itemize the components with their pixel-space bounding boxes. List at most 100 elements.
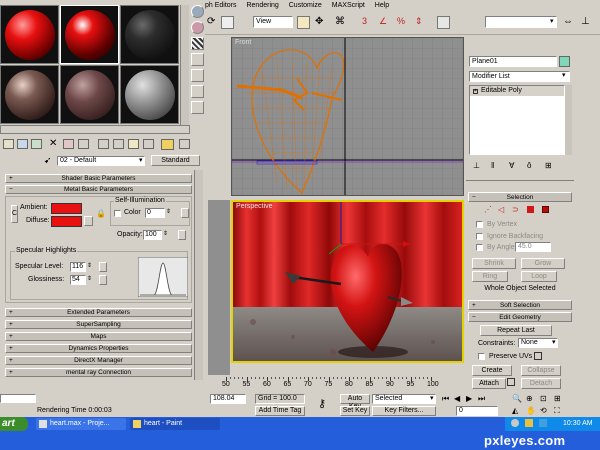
viewport-label-front[interactable]: Front bbox=[235, 39, 251, 46]
diffuse-map-button[interactable] bbox=[84, 216, 93, 226]
expand-icon[interactable]: + bbox=[473, 89, 478, 94]
object-name-field[interactable]: Plane01 bbox=[469, 56, 557, 67]
named-selection-icon[interactable] bbox=[437, 16, 450, 29]
opacity-map-button[interactable] bbox=[178, 230, 186, 240]
material-slot-4[interactable] bbox=[0, 65, 59, 124]
go-to-start-icon[interactable]: ⏮ bbox=[442, 394, 449, 404]
create-button[interactable]: Create bbox=[472, 365, 512, 376]
spinner-icon[interactable]: ⇕ bbox=[163, 230, 168, 237]
perspective-viewport[interactable]: Perspective bbox=[231, 200, 464, 363]
snaps-toggle-icon[interactable]: 3 bbox=[362, 16, 375, 29]
background-checker-icon[interactable] bbox=[191, 37, 204, 50]
scale-icon[interactable] bbox=[221, 16, 234, 29]
material-slot-2-active[interactable] bbox=[60, 5, 119, 64]
zoom-icon[interactable]: 🔍 bbox=[512, 394, 522, 403]
make-preview-icon[interactable] bbox=[191, 85, 204, 98]
angle-value-field[interactable]: 45.0 bbox=[515, 242, 551, 252]
sample-uv-tiling-icon[interactable] bbox=[191, 53, 204, 66]
menu-maxscript[interactable]: MAXScript bbox=[332, 2, 365, 9]
repeat-last-button[interactable]: Repeat Last bbox=[480, 325, 552, 336]
mirror-icon[interactable]: ⇔ bbox=[563, 16, 576, 29]
named-selection-sets-field[interactable] bbox=[485, 16, 557, 28]
spec-level-value[interactable]: 116 bbox=[70, 262, 86, 272]
select-manipulate-icon[interactable]: ✥ bbox=[315, 16, 328, 29]
video-color-check-icon[interactable] bbox=[191, 69, 204, 82]
taskbar-item-3dsmax[interactable]: heart.max - Proje... bbox=[36, 418, 126, 430]
menu-rendering[interactable]: Rendering bbox=[246, 2, 278, 9]
rotate-icon[interactable]: ⟳ bbox=[207, 16, 220, 29]
make-unique-icon[interactable]: ∀ bbox=[509, 161, 514, 170]
menu-customize[interactable]: Customize bbox=[289, 2, 322, 9]
show-map-icon[interactable] bbox=[128, 139, 139, 149]
vertex-icon[interactable]: ⋰ bbox=[484, 205, 492, 214]
rollout-shader-basic[interactable]: + Shader Basic Parameters bbox=[5, 174, 192, 183]
self-illum-map-button[interactable] bbox=[181, 208, 189, 218]
show-end-result-icon[interactable]: ‖ bbox=[491, 161, 494, 170]
tray-icon[interactable] bbox=[525, 419, 533, 427]
lock-icon[interactable]: 🔒 bbox=[96, 209, 106, 218]
get-material-icon[interactable] bbox=[3, 139, 14, 149]
pan-icon[interactable]: ✋ bbox=[526, 406, 536, 415]
arc-rotate-icon[interactable]: ⟲ bbox=[540, 406, 547, 415]
chevron-down-icon[interactable]: ▾ bbox=[139, 156, 143, 164]
material-effects-channel-icon[interactable] bbox=[113, 139, 124, 149]
menu-graph-editors[interactable]: ph Editors bbox=[205, 2, 237, 9]
pick-material-icon[interactable]: ➹ bbox=[44, 155, 52, 166]
next-frame-icon[interactable]: ⏭ bbox=[478, 394, 485, 404]
self-illum-value[interactable]: 0 bbox=[145, 208, 165, 218]
assign-material-icon[interactable] bbox=[31, 139, 42, 149]
rollout-mental-ray[interactable]: + mental ray Connection bbox=[5, 368, 192, 377]
zoom-all-icon[interactable]: ⊕ bbox=[526, 394, 533, 403]
reset-icon[interactable]: ✕ bbox=[49, 138, 57, 149]
pin-stack-icon[interactable]: ⊥ bbox=[473, 161, 480, 170]
taskbar-item-paint[interactable]: heart - Paint bbox=[130, 418, 220, 430]
sample-type-icon[interactable] bbox=[191, 5, 204, 18]
tray-icon[interactable] bbox=[511, 419, 519, 427]
start-button[interactable]: art bbox=[0, 417, 28, 431]
preserve-uvs-checkbox[interactable] bbox=[478, 353, 485, 360]
go-to-parent-icon[interactable] bbox=[161, 139, 174, 150]
diffuse-color-swatch[interactable] bbox=[51, 216, 82, 227]
tray-icon[interactable] bbox=[539, 419, 547, 427]
slot-horizontal-scrollbar[interactable] bbox=[0, 125, 190, 134]
backlight-icon[interactable] bbox=[191, 21, 204, 34]
shrink-button[interactable]: Shrink bbox=[472, 258, 516, 269]
detach-button[interactable]: Detach bbox=[521, 378, 561, 389]
rollout-dynamics-properties[interactable]: + Dynamics Properties bbox=[5, 344, 192, 353]
add-time-tag-button[interactable]: Add Time Tag bbox=[255, 406, 305, 416]
preserve-uvs-settings-icon[interactable] bbox=[534, 352, 542, 360]
go-forward-sibling-icon[interactable] bbox=[179, 139, 190, 149]
modifier-list-dropdown[interactable]: Modifier List bbox=[469, 71, 570, 82]
material-slot-3[interactable] bbox=[120, 5, 179, 64]
loop-button[interactable]: Loop bbox=[521, 271, 557, 282]
opacity-value[interactable]: 100 bbox=[143, 230, 162, 240]
auto-key-button[interactable]: Auto Key bbox=[340, 394, 370, 410]
zoom-extents-all-icon[interactable]: ⊞ bbox=[554, 394, 561, 403]
coordinate-field[interactable]: 108.04 bbox=[210, 394, 246, 404]
ambient-color-swatch[interactable] bbox=[51, 203, 82, 214]
put-material-icon[interactable] bbox=[17, 139, 28, 149]
copy-material-icon[interactable] bbox=[63, 139, 74, 149]
maxscript-listener[interactable] bbox=[0, 394, 36, 403]
collapse-button[interactable]: Collapse bbox=[521, 365, 561, 376]
chevron-down-icon[interactable]: ▾ bbox=[550, 17, 554, 25]
grow-button[interactable]: Grow bbox=[521, 258, 565, 269]
spinner-icon[interactable]: ⇕ bbox=[166, 208, 171, 215]
attach-button[interactable]: Attach bbox=[472, 378, 506, 389]
element-icon[interactable] bbox=[542, 206, 549, 213]
chevron-down-icon[interactable]: ▾ bbox=[552, 338, 556, 346]
chevron-down-icon[interactable]: ▾ bbox=[430, 394, 434, 402]
ring-button[interactable]: Ring bbox=[472, 271, 508, 282]
ignore-backfacing-checkbox[interactable] bbox=[476, 233, 483, 240]
put-to-library-icon[interactable] bbox=[98, 139, 109, 149]
attach-list-icon[interactable] bbox=[507, 378, 515, 386]
rollout-selection[interactable]: − Selection bbox=[468, 192, 572, 202]
border-icon[interactable]: ⊃ bbox=[512, 205, 519, 214]
field-of-view-icon[interactable]: ◭ bbox=[512, 406, 518, 415]
rollout-metal-basic[interactable]: − Metal Basic Parameters bbox=[5, 185, 192, 194]
current-frame-field[interactable]: 0 bbox=[456, 406, 498, 416]
lock-color-toggle[interactable]: C bbox=[11, 205, 18, 223]
key-mode-select[interactable]: Selected bbox=[372, 394, 436, 404]
make-unique-icon[interactable] bbox=[78, 139, 89, 149]
remove-modifier-icon[interactable]: ô bbox=[527, 161, 531, 170]
